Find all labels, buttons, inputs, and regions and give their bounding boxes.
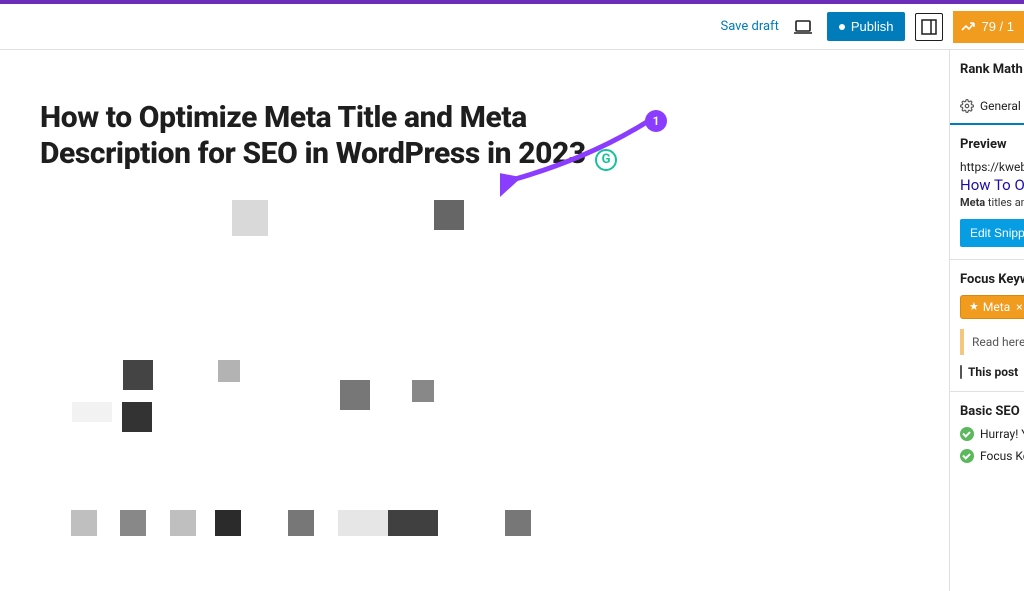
star-icon: ★ xyxy=(969,300,979,313)
checkbox-icon[interactable] xyxy=(960,365,962,379)
image-placeholder-pixel xyxy=(505,510,531,536)
image-placeholder-pixel xyxy=(215,510,241,536)
image-placeholder-pixel xyxy=(388,510,438,536)
seo-check-item: Hurray! Y the SEO T xyxy=(960,427,1014,441)
main-content: How to Optimize Meta Title and Meta Desc… xyxy=(0,50,1024,591)
sidebar-tabs: General xyxy=(950,89,1024,125)
seo-score-button[interactable]: 79 / 1 xyxy=(953,11,1024,43)
snippet-url: https://kwebb xyxy=(960,160,1014,174)
preview-heading: Preview xyxy=(960,137,1014,152)
check-ok-icon xyxy=(960,427,974,441)
post-editor[interactable]: How to Optimize Meta Title and Meta Desc… xyxy=(0,50,949,591)
sidebar-toggle-button[interactable] xyxy=(915,13,943,41)
laptop-icon xyxy=(793,20,813,34)
image-placeholder-pixel xyxy=(218,360,240,382)
publish-button[interactable]: Publish xyxy=(827,12,906,41)
seo-score-text: 79 / 1 xyxy=(981,19,1014,34)
featured-image-block[interactable] xyxy=(40,200,680,580)
sidebar-title: Rank Math xyxy=(950,50,1024,89)
grammarly-icon[interactable] xyxy=(595,149,617,171)
check-ok-icon xyxy=(960,449,974,463)
remove-keyword-icon[interactable]: × xyxy=(1016,300,1022,314)
focus-keyword-section: Focus Keywo ★ Meta × Read here This post xyxy=(950,260,1024,392)
preview-button[interactable] xyxy=(789,16,817,38)
edit-snippet-button[interactable]: Edit Snippe xyxy=(960,219,1024,247)
image-placeholder-pixel xyxy=(340,380,370,410)
image-placeholder-pixel xyxy=(123,360,153,390)
image-placeholder-pixel xyxy=(338,510,388,536)
trend-icon xyxy=(961,21,975,33)
tab-general[interactable]: General xyxy=(950,89,1024,125)
image-placeholder-pixel xyxy=(122,402,152,432)
pillar-checkbox-row[interactable]: This post xyxy=(960,365,1014,379)
image-placeholder-pixel xyxy=(288,510,314,536)
gear-icon xyxy=(960,99,974,113)
image-placeholder-pixel xyxy=(170,510,196,536)
keyword-hint[interactable]: Read here xyxy=(960,329,1014,355)
pillar-label: This post xyxy=(968,365,1018,379)
editor-toolbar: Save draft Publish 79 / 1 xyxy=(0,4,1024,50)
rank-math-sidebar: Rank Math General Preview https://kwebb … xyxy=(949,50,1024,591)
preview-section: Preview https://kwebb How To Opt Meta ti… xyxy=(950,125,1024,260)
focus-keyword-heading: Focus Keywo xyxy=(960,272,1014,287)
image-placeholder-pixel xyxy=(232,200,268,236)
focus-keyword-pill[interactable]: ★ Meta × xyxy=(960,295,1024,319)
focus-keyword-text: Meta xyxy=(983,300,1010,314)
save-draft-link[interactable]: Save draft xyxy=(720,19,778,34)
image-placeholder-pixel xyxy=(120,510,146,536)
basic-seo-section: Basic SEO Hurray! Y the SEO T Focus Ke xyxy=(950,392,1024,475)
publish-label: Publish xyxy=(851,19,894,34)
tab-general-label: General xyxy=(980,99,1021,113)
snippet-description: Meta titles and pivotal role in (SEO). T… xyxy=(960,196,1014,211)
seo-check-item: Focus Ke xyxy=(960,449,1014,463)
post-title[interactable]: How to Optimize Meta Title and Meta Desc… xyxy=(40,100,586,171)
status-dot-icon xyxy=(839,24,845,30)
panel-icon xyxy=(921,19,937,35)
image-placeholder-pixel xyxy=(412,380,434,402)
snippet-title: How To Opt xyxy=(960,176,1014,194)
image-placeholder-pixel xyxy=(434,200,464,230)
image-placeholder-pixel xyxy=(72,402,112,422)
basic-seo-heading: Basic SEO xyxy=(960,404,1014,419)
image-placeholder-pixel xyxy=(71,510,97,536)
